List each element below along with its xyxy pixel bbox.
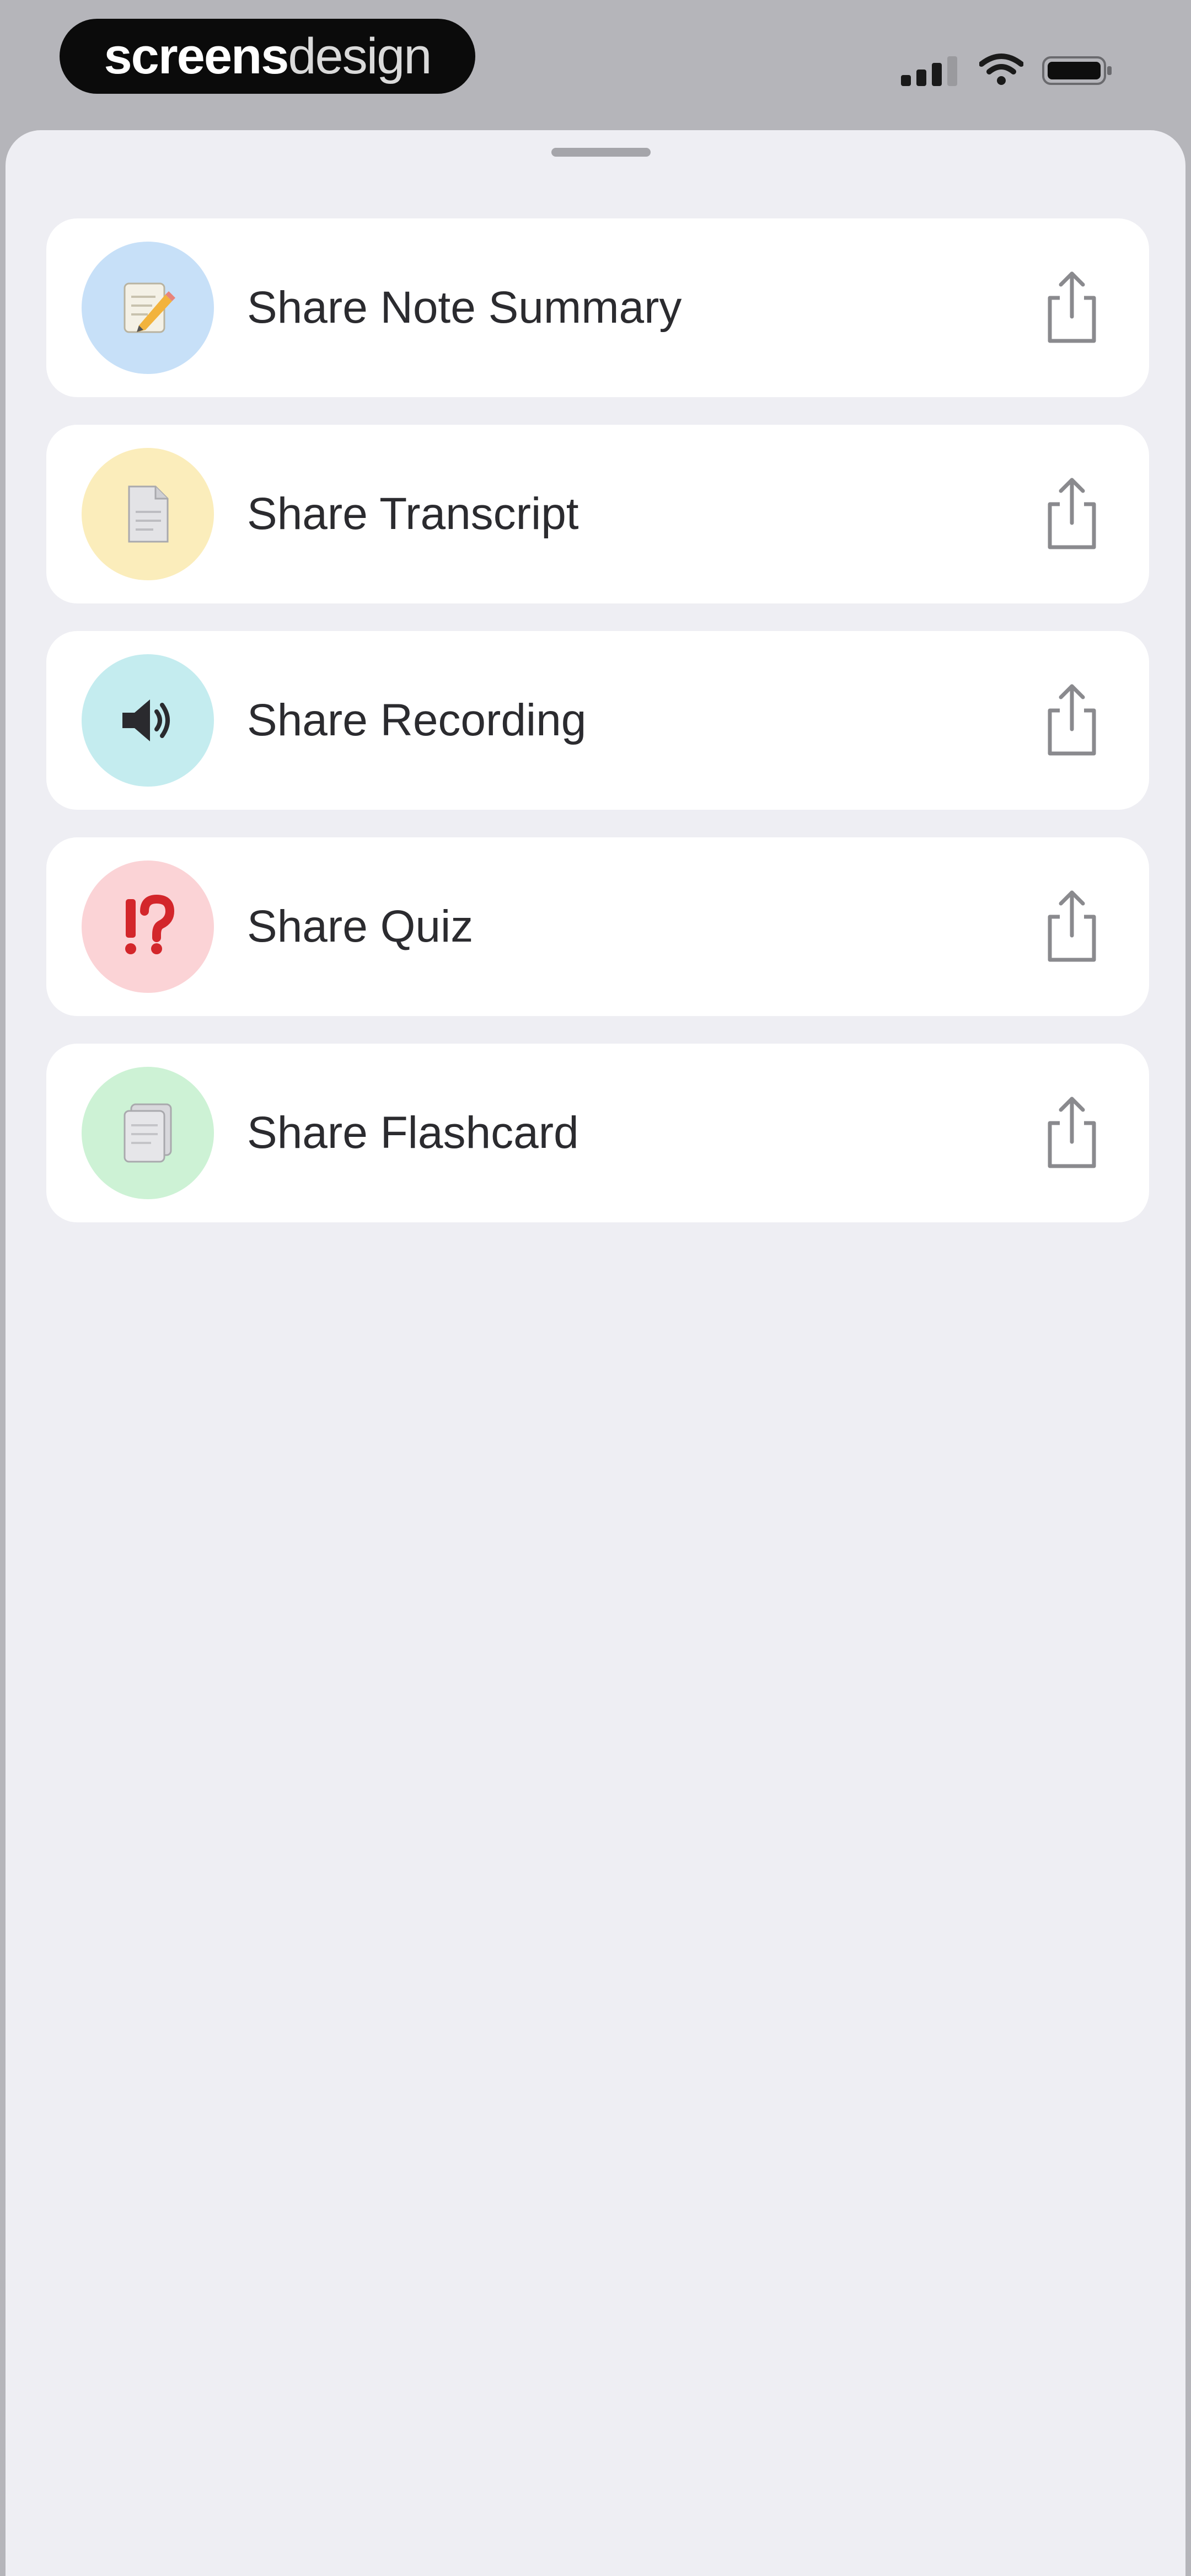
share-icon[interactable] — [1039, 682, 1105, 759]
share-sheet: Share Note Summary Share Transcript Shar… — [6, 130, 1185, 2576]
transcript-icon-circle — [82, 448, 214, 580]
document-icon — [128, 485, 169, 543]
speaker-icon — [122, 699, 170, 741]
share-icon[interactable] — [1039, 475, 1105, 553]
exclamation-question-icon — [125, 894, 175, 954]
flashcard-icon-circle — [82, 1067, 214, 1199]
note-summary-icon-circle — [82, 242, 214, 374]
flashcard-icon — [124, 1103, 172, 1163]
screensdesign-watermark: screensdesign — [60, 19, 475, 94]
share-note-summary-row[interactable]: Share Note Summary — [46, 218, 1149, 397]
cellular-signal-icon — [901, 56, 957, 86]
share-icon[interactable] — [1039, 269, 1105, 346]
status-bar: screensdesign — [0, 0, 1191, 132]
sheet-grabber-handle[interactable] — [551, 148, 651, 157]
watermark-light-text: design — [288, 28, 432, 84]
status-icons — [893, 51, 1125, 89]
wifi-icon — [979, 54, 1023, 85]
share-icon[interactable] — [1039, 1094, 1105, 1172]
share-quiz-row[interactable]: Share Quiz — [46, 837, 1149, 1016]
share-transcript-row[interactable]: Share Transcript — [46, 425, 1149, 603]
share-flashcard-row[interactable]: Share Flashcard — [46, 1044, 1149, 1222]
watermark-bold-text: screens — [104, 28, 289, 84]
share-flashcard-label: Share Flashcard — [247, 1108, 579, 1158]
share-quiz-label: Share Quiz — [247, 901, 474, 952]
share-note-summary-label: Share Note Summary — [247, 282, 682, 333]
share-recording-label: Share Recording — [247, 695, 587, 745]
quiz-icon-circle — [82, 861, 214, 993]
recording-icon-circle — [82, 654, 214, 787]
share-recording-row[interactable]: Share Recording — [46, 631, 1149, 810]
memo-pencil-icon — [124, 282, 175, 333]
share-icon[interactable] — [1039, 888, 1105, 965]
share-transcript-label: Share Transcript — [247, 489, 579, 539]
battery-icon — [1042, 56, 1112, 85]
